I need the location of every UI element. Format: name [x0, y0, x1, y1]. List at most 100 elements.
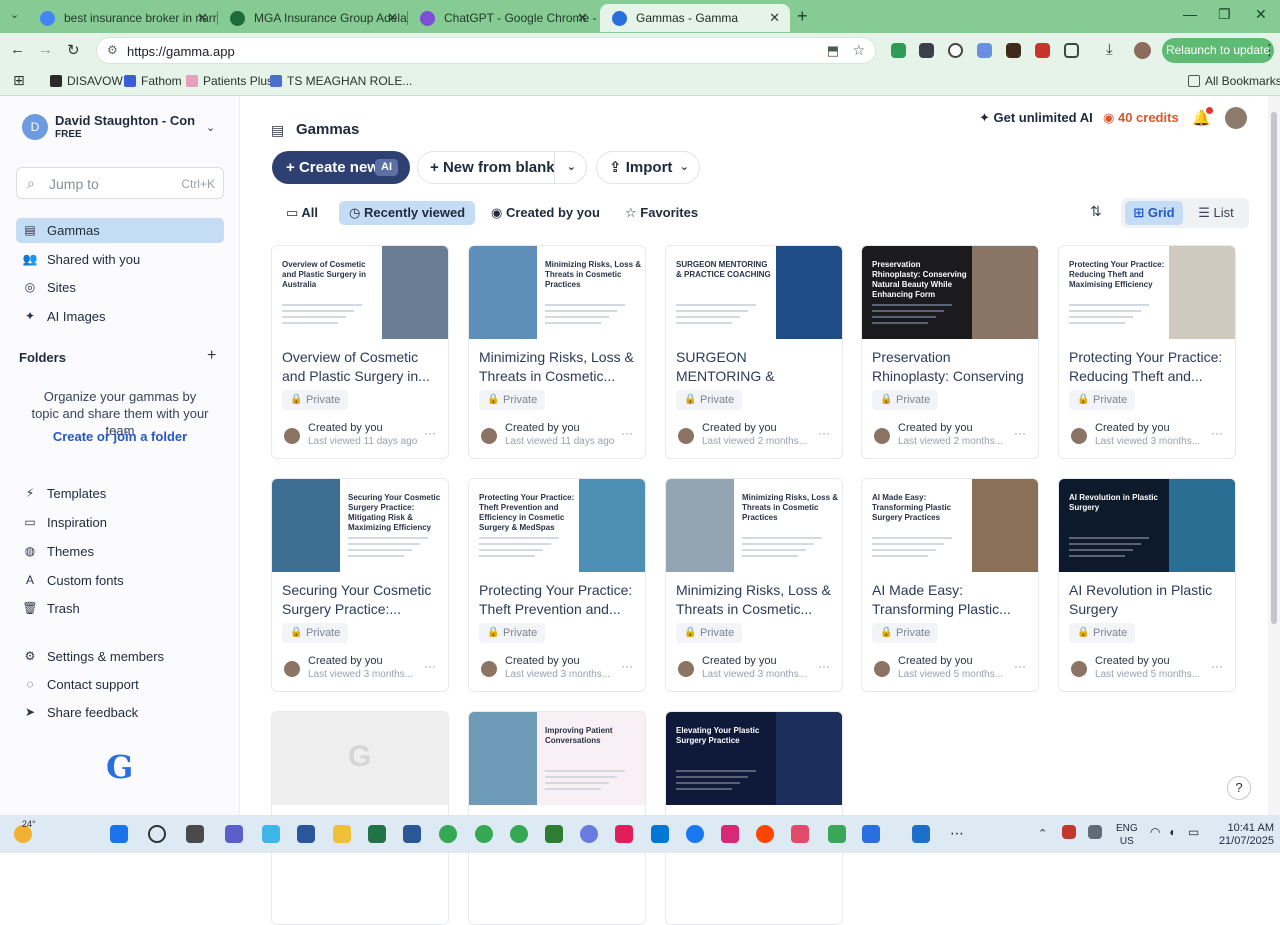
card-title[interactable]: SURGEON MENTORING & PRACTICE COACHING: [676, 348, 834, 386]
avatar[interactable]: D: [22, 114, 48, 140]
more-options-icon[interactable]: ···: [621, 426, 633, 440]
sidebar-item-trash[interactable]: 🗑 Trash: [16, 596, 224, 621]
close-icon[interactable]: ✕: [197, 4, 208, 32]
grid-view-button[interactable]: ⊞ Grid: [1125, 201, 1183, 225]
card-title[interactable]: AI Revolution in Plastic Surgery: [1069, 581, 1227, 619]
sidebar-item-settings[interactable]: ⚙ Settings & members: [16, 644, 224, 669]
download-icon[interactable]: ⤓: [1106, 41, 1113, 58]
import-button[interactable]: ⇪ Import ⌄: [596, 151, 700, 184]
gamma-card[interactable]: SURGEON MENTORING & PRACTICE COACHING SUR…: [665, 245, 843, 459]
wifi-icon[interactable]: ◠: [1150, 825, 1164, 839]
list-view-button[interactable]: ☰ List: [1187, 201, 1245, 225]
card-title[interactable]: AI Made Easy: Transforming Plastic...: [872, 581, 1030, 619]
clock[interactable]: 10:41 AM 21/07/2025: [1214, 822, 1274, 848]
sidebar-item-templates[interactable]: ⚡ Templates: [16, 481, 224, 506]
store-icon[interactable]: [403, 825, 421, 843]
help-button[interactable]: ?: [1227, 776, 1251, 800]
sidebar-item-gammas[interactable]: ▤ Gammas: [16, 218, 224, 243]
gamma-card[interactable]: Protecting Your Practice: Reducing Theft…: [1058, 245, 1236, 459]
card-title[interactable]: Overview of Cosmetic and Plastic Surgery…: [282, 348, 440, 386]
reload-icon[interactable]: ↻: [67, 41, 80, 59]
maximize-icon[interactable]: ❐: [1218, 6, 1231, 23]
volume-icon[interactable]: ◖: [1168, 825, 1182, 839]
profile-avatar[interactable]: [1134, 42, 1151, 59]
card-title[interactable]: Minimizing Risks, Loss & Threats in Cosm…: [479, 348, 637, 386]
sort-icon[interactable]: ⇅: [1090, 203, 1102, 220]
language-indicator[interactable]: ENG US: [1116, 822, 1138, 848]
browser-tab[interactable]: MGA Insurance Group Adelaide ✕: [218, 4, 408, 32]
gamma-card[interactable]: Minimizing Risks, Loss & Threats in Cosm…: [468, 245, 646, 459]
tab-search-icon[interactable]: ⌄: [10, 8, 24, 22]
scrollbar-thumb[interactable]: [1271, 112, 1277, 624]
new-tab-icon[interactable]: +: [797, 6, 808, 27]
chevron-up-icon[interactable]: ⌃: [1038, 828, 1056, 840]
app-icon[interactable]: [791, 825, 809, 843]
start-icon[interactable]: [110, 825, 128, 843]
reddit-icon[interactable]: [756, 825, 774, 843]
tab-recently-viewed[interactable]: ◷ Recently viewed: [339, 201, 476, 225]
browser-tab[interactable]: best insurance broker in narrac ✕: [28, 4, 218, 32]
create-new-button[interactable]: + Create new AI: [272, 151, 410, 184]
more-options-icon[interactable]: ···: [621, 659, 633, 673]
bookmark-item[interactable]: DISAVOW: [50, 74, 123, 88]
more-options-icon[interactable]: ···: [1211, 659, 1223, 673]
extension-icon[interactable]: [977, 43, 992, 58]
chrome-icon[interactable]: [510, 825, 528, 843]
app-icon[interactable]: [828, 825, 846, 843]
sidebar-item-support[interactable]: ◌ Contact support: [16, 672, 224, 697]
minimize-icon[interactable]: —: [1183, 6, 1197, 22]
excel-icon[interactable]: [368, 825, 386, 843]
word-icon[interactable]: [297, 825, 315, 843]
sidebar-item-themes[interactable]: ◍ Themes: [16, 539, 224, 564]
sidebar-item-shared[interactable]: 👥 Shared with you: [16, 247, 224, 272]
more-options-icon[interactable]: ···: [1211, 426, 1223, 440]
extension-icon[interactable]: [891, 43, 906, 58]
close-icon[interactable]: ✕: [769, 4, 780, 32]
extension-icon[interactable]: [1035, 43, 1050, 58]
app-icon[interactable]: [862, 825, 880, 843]
extension-icon[interactable]: [948, 43, 963, 58]
gamma-card[interactable]: Overview of Cosmetic and Plastic Surgery…: [271, 245, 449, 459]
outlook-icon[interactable]: [651, 825, 669, 843]
gamma-card[interactable]: Minimizing Risks, Loss & Threats in Cosm…: [665, 478, 843, 692]
card-title[interactable]: Preservation Rhinoplasty: Conserving Nat…: [872, 348, 1030, 386]
sidebar-item-feedback[interactable]: ➤ Share feedback: [16, 700, 224, 725]
sidebar-item-ai-images[interactable]: ✦ AI Images: [16, 304, 224, 329]
gamma-card[interactable]: AI Revolution in Plastic Surgery AI Revol…: [1058, 478, 1236, 692]
address-bar[interactable]: ⚙ https://gamma.app ⬒ ☆: [96, 37, 876, 64]
card-title[interactable]: Protecting Your Practice: Reducing Theft…: [1069, 348, 1227, 386]
back-icon[interactable]: ←: [10, 41, 25, 58]
more-options-icon[interactable]: ···: [818, 659, 830, 673]
app-icon[interactable]: [545, 825, 563, 843]
site-info-icon[interactable]: ⚙: [107, 43, 118, 57]
tab-all[interactable]: ▭ All: [276, 201, 328, 225]
gamma-card[interactable]: AI Made Easy: Transforming Plastic Surge…: [861, 478, 1039, 692]
card-title[interactable]: Securing Your Cosmetic Surgery Practice:…: [282, 581, 440, 619]
credits-button[interactable]: ◉ 40 credits: [1103, 110, 1179, 126]
url-text[interactable]: https://gamma.app: [127, 44, 235, 59]
copilot-icon[interactable]: [262, 825, 280, 843]
relaunch-button[interactable]: Relaunch to update: [1162, 38, 1274, 63]
bookmark-star-icon[interactable]: ☆: [852, 42, 865, 59]
gamma-card[interactable]: Securing Your Cosmetic Surgery Practice:…: [271, 478, 449, 692]
facebook-icon[interactable]: [686, 825, 704, 843]
bookmark-item[interactable]: Patients Plus: [186, 74, 273, 88]
extensions-puzzle-icon[interactable]: [1064, 43, 1079, 58]
forward-icon[interactable]: →: [38, 41, 53, 58]
install-app-icon[interactable]: ⬒: [827, 43, 839, 59]
sidebar-item-inspiration[interactable]: ▭ Inspiration: [16, 510, 224, 535]
gamma-card[interactable]: Preservation Rhinoplasty: Conserving Nat…: [861, 245, 1039, 459]
task-view-icon[interactable]: [186, 825, 204, 843]
window-close-icon[interactable]: ✕: [1255, 6, 1267, 23]
tab-created-by-you[interactable]: ◉ Created by you: [481, 201, 610, 225]
browser-tab-active[interactable]: Gammas - Gamma ✕: [600, 4, 790, 32]
close-icon[interactable]: ✕: [387, 4, 398, 32]
teams-icon[interactable]: [225, 825, 243, 843]
account-name[interactable]: David Staughton - Con...: [55, 113, 195, 128]
tray-icon[interactable]: [1088, 825, 1102, 839]
chrome-icon[interactable]: [475, 825, 493, 843]
chrome-menu-icon[interactable]: ⋮: [1262, 41, 1277, 59]
extension-icon[interactable]: [1006, 43, 1021, 58]
card-title[interactable]: Minimizing Risks, Loss & Threats in Cosm…: [676, 581, 834, 619]
more-options-icon[interactable]: ···: [424, 426, 436, 440]
